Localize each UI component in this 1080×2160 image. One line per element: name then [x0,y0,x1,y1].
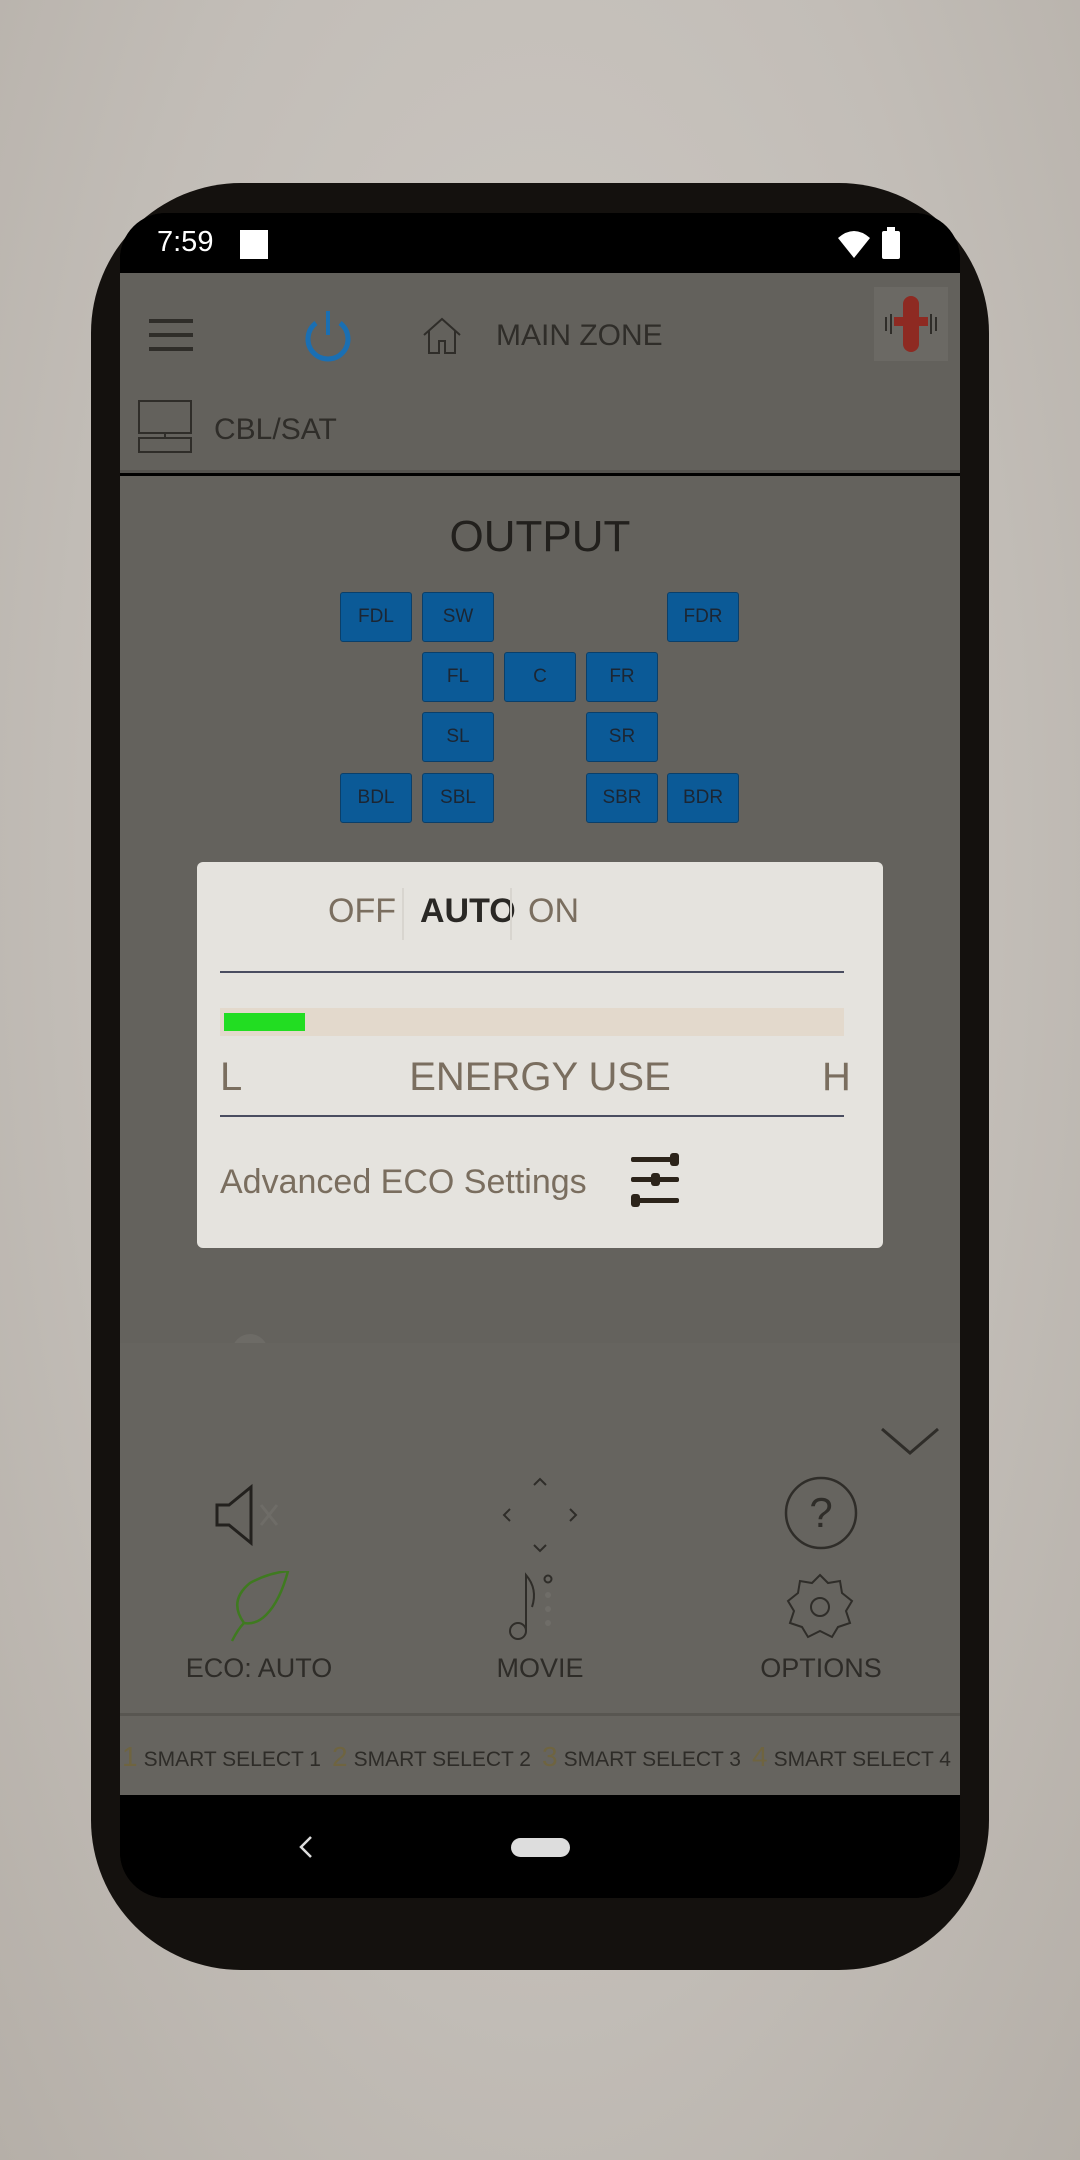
battery-icon [882,227,900,259]
home-icon[interactable] [422,317,462,355]
eco-dialog: OFF AUTO ON L ENERGY USE H Advanced ECO … [197,862,883,1248]
speaker-bdr[interactable]: BDR [667,773,739,823]
wifi-icon [838,231,870,258]
smart-select-number: 3 [542,1741,558,1772]
energy-label: ENERGY USE [409,1055,671,1099]
control-panel: ? ECO: AUTO MOVIE OPTIONS [120,1343,960,1713]
divider [220,971,844,973]
speaker-sbl[interactable]: SBL [422,773,494,823]
navigation-bar [120,1795,960,1898]
help-icon[interactable]: ? [783,1475,859,1551]
notification-square-icon [240,230,268,259]
smart-select-1[interactable]: 1 SMART SELECT 1 [122,1741,321,1773]
speaker-fr[interactable]: FR [586,652,658,702]
speaker-c[interactable]: C [504,652,576,702]
source-label[interactable]: CBL/SAT [214,413,337,447]
speaker-sl[interactable]: SL [422,712,494,762]
chevron-down-icon[interactable] [880,1427,940,1457]
energy-fill [224,1013,306,1031]
cursor-arrows-icon[interactable] [500,1475,580,1555]
smart-select-label: SMART SELECT 4 [773,1748,951,1771]
speaker-sw[interactable]: SW [422,592,494,642]
divider [510,888,512,940]
smart-select-number: 4 [752,1741,768,1772]
back-icon[interactable] [298,1835,314,1859]
smart-select-label: SMART SELECT 2 [353,1748,531,1771]
divider [402,888,404,940]
smart-select-2[interactable]: 2 SMART SELECT 2 [332,1741,531,1773]
divider [220,1115,844,1117]
app-header: MAIN ZONE CBL/SAT [120,273,960,473]
speaker-sr[interactable]: SR [586,712,658,762]
status-bar: 7:59 [120,213,960,273]
svg-text:?: ? [809,1489,832,1536]
speaker-fdr[interactable]: FDR [667,592,739,642]
zone-title[interactable]: MAIN ZONE [496,319,663,353]
set-top-box-icon [138,400,192,453]
sound-mode-label[interactable]: MOVIE [420,1653,660,1684]
speaker-sbr[interactable]: SBR [586,773,658,823]
advanced-eco-settings[interactable]: Advanced ECO Settings [220,1163,587,1202]
home-pill[interactable] [511,1838,570,1857]
options-label[interactable]: OPTIONS [701,1653,941,1684]
mute-icon[interactable] [215,1483,295,1547]
output-title: OUTPUT [449,512,631,561]
speaker-fl[interactable]: FL [422,652,494,702]
heos-logo[interactable] [874,287,948,361]
menu-icon[interactable] [149,319,193,351]
smart-select-bar: 1 SMART SELECT 1 2 SMART SELECT 2 3 SMART S… [120,1713,960,1795]
energy-meter [220,1008,844,1036]
sliders-icon[interactable] [631,1153,679,1207]
eco-mode-auto[interactable]: AUTO [420,892,516,931]
smart-select-label: SMART SELECT 3 [563,1748,741,1771]
eco-label[interactable]: ECO: AUTO [139,1653,379,1684]
smart-select-3[interactable]: 3 SMART SELECT 3 [542,1741,741,1773]
smart-select-number: 2 [332,1741,348,1772]
sound-mode-icon[interactable] [508,1571,558,1643]
smart-select-4[interactable]: 4 SMART SELECT 4 [752,1741,951,1773]
clock: 7:59 [157,226,214,258]
speaker-fdl[interactable]: FDL [340,592,412,642]
speaker-bdl[interactable]: BDL [340,773,412,823]
eco-mode-off[interactable]: OFF [328,892,396,931]
options-gear-icon[interactable] [784,1571,856,1643]
smart-select-number: 1 [122,1741,138,1772]
energy-high: H [822,1055,851,1099]
smart-select-label: SMART SELECT 1 [143,1748,321,1771]
eco-mode-on[interactable]: ON [528,892,579,931]
power-icon[interactable] [302,309,354,365]
eco-leaf-icon[interactable] [230,1571,290,1643]
